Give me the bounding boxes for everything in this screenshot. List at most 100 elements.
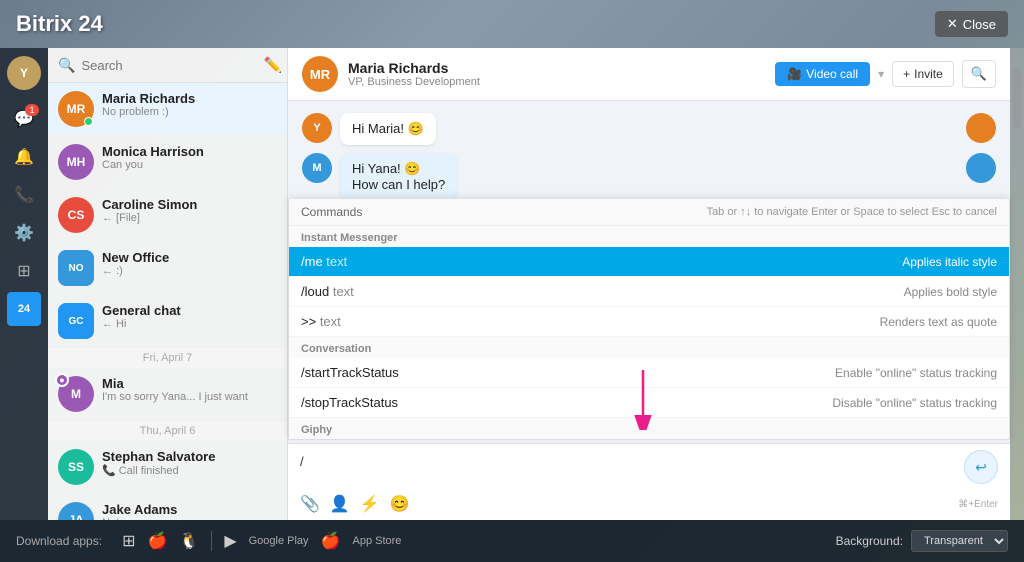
date-separator-thu: Thu, April 6 xyxy=(48,421,287,441)
right-scrollbar xyxy=(1010,48,1024,520)
attach-icon[interactable]: 📎 xyxy=(300,494,320,514)
command-name: /stopTrackStatus xyxy=(301,395,398,410)
chat-item-maria-richards[interactable]: MR Maria Richards No problem :) xyxy=(48,83,287,136)
section-conversation: Conversation xyxy=(289,337,1009,358)
google-play-label: Google Play xyxy=(249,535,309,547)
close-x-icon: ✕ xyxy=(947,16,958,32)
close-button[interactable]: ✕ Close xyxy=(935,11,1008,37)
msg-right-avatar xyxy=(966,113,996,143)
msg-line1: Hi Yana! 😊 xyxy=(352,161,445,177)
command-name: /startTrackStatus xyxy=(301,365,399,380)
chat-preview: Can you xyxy=(102,159,277,171)
commands-hint: Tab or ↑↓ to navigate Enter or Space to … xyxy=(707,206,997,218)
video-call-button[interactable]: 🎥 Video call xyxy=(775,62,870,86)
chat-name: New Office xyxy=(102,250,277,265)
app-store-icon[interactable]: 🍎 xyxy=(321,531,341,551)
chat-preview: I'm so sorry Yana... I just want xyxy=(102,391,277,403)
avatar-jake-adams: JA xyxy=(58,502,94,520)
user-avatar[interactable]: Y xyxy=(7,56,41,90)
avatar-mia: M ● xyxy=(58,376,94,412)
apple-icon[interactable]: 🍎 xyxy=(147,531,167,551)
command-row-loud[interactable]: /loud text Applies bold style xyxy=(289,277,1009,307)
mention-icon[interactable]: 👤 xyxy=(330,494,350,514)
bitrix-icon[interactable]: 24 xyxy=(7,292,41,326)
command-row-me[interactable]: /me text Applies italic style xyxy=(289,247,1009,277)
chat-name: Monica Harrison xyxy=(102,144,277,159)
chat-name: Caroline Simon xyxy=(102,197,277,212)
send-icon: ↩ xyxy=(975,459,987,476)
date-separator-fri: Fri, April 7 xyxy=(48,348,287,368)
search-input[interactable] xyxy=(81,58,257,73)
compose-icon[interactable]: ✏️ xyxy=(263,56,282,74)
command-desc: Enable "online" status tracking xyxy=(835,366,997,380)
header-contact-role: VP, Business Development xyxy=(348,76,765,88)
emoji-icon[interactable]: 😊 xyxy=(390,494,410,514)
avatar-new-office: NO xyxy=(58,250,94,286)
commands-icon[interactable]: ⚡ xyxy=(360,494,380,514)
chat-preview: ← :) xyxy=(102,265,277,277)
plus-icon: + xyxy=(903,67,910,81)
header-avatar: MR xyxy=(302,56,338,92)
avatar-monica-harrison: MH xyxy=(58,144,94,180)
chat-item-caroline-simon[interactable]: CS Caroline Simon ← [File] xyxy=(48,189,287,242)
windows-icon[interactable]: ⊞ xyxy=(122,531,135,551)
sidebar-icon-settings[interactable]: ⚙️ xyxy=(7,216,41,250)
bell-icon: 🔔 xyxy=(14,147,34,167)
chat-preview: No problem :) xyxy=(102,106,277,118)
message-bubble-highlight: Hi Yana! 😊 How can I help? xyxy=(340,153,457,200)
sidebar-icon-chat[interactable]: 💬 1 xyxy=(7,102,41,136)
message-input[interactable]: / xyxy=(300,450,964,473)
input-area: / ↩ 📎 👤 ⚡ 😊 ⌘+Enter xyxy=(288,443,1010,520)
arrow-pointer xyxy=(623,370,663,435)
msg-right-avatar xyxy=(966,153,996,183)
chat-name: Stephan Salvatore xyxy=(102,449,277,464)
icon-sidebar: Y 💬 1 🔔 📞 ⚙️ ⊞ 24 xyxy=(0,48,48,520)
video-dropdown-arrow[interactable]: ▾ xyxy=(878,67,884,81)
command-name: /loud text xyxy=(301,284,354,299)
chat-item-mia[interactable]: M ● Mia I'm so sorry Yana... I just want xyxy=(48,368,287,421)
chat-list-panel: 🔍 ✏️ MR Maria Richards No problem :) MH … xyxy=(48,48,288,520)
command-name: /me text xyxy=(301,254,347,269)
google-play-icon[interactable]: ▶ xyxy=(224,531,236,551)
video-icon: 🎥 xyxy=(787,67,802,81)
close-label: Close xyxy=(963,17,996,32)
chat-item-monica-harrison[interactable]: MH Monica Harrison Can you xyxy=(48,136,287,189)
chat-item-general-chat[interactable]: GC General chat ← Hi xyxy=(48,295,287,348)
send-shortcut: ⌘+Enter xyxy=(958,499,998,510)
command-desc: Applies italic style xyxy=(902,255,997,269)
linux-icon[interactable]: 🐧 xyxy=(179,531,199,551)
sidebar-icon-phone[interactable]: 📞 xyxy=(7,178,41,212)
sidebar-icon-grid[interactable]: ⊞ xyxy=(7,254,41,288)
download-label: Download apps: xyxy=(16,534,102,548)
scroll-thumb[interactable] xyxy=(1013,68,1021,128)
search-icon: 🔍 xyxy=(971,66,987,81)
invite-button[interactable]: + Invite xyxy=(892,61,954,87)
command-name: >> text xyxy=(301,314,341,329)
chat-item-new-office[interactable]: NO New Office ← :) xyxy=(48,242,287,295)
msg-avatar: Y xyxy=(302,113,332,143)
chat-name: Jake Adams xyxy=(102,502,277,517)
chat-preview: 📞 Call finished xyxy=(102,464,277,477)
search-icon: 🔍 xyxy=(58,57,75,74)
chat-preview: ← [File] xyxy=(102,212,277,224)
invite-label: Invite xyxy=(914,67,943,81)
chat-badge: 1 xyxy=(25,104,39,116)
online-indicator xyxy=(84,117,93,126)
background-dropdown[interactable]: Transparent xyxy=(911,530,1008,552)
avatar-caroline-simon: CS xyxy=(58,197,94,233)
command-row-quote[interactable]: >> text Renders text as quote xyxy=(289,307,1009,337)
app-title: Bitrix 24 xyxy=(16,11,103,37)
app-store-label: App Store xyxy=(352,535,401,547)
commands-title: Commands xyxy=(301,205,362,219)
send-button[interactable]: ↩ xyxy=(964,450,998,484)
avatar-stephan-salvatore: SS xyxy=(58,449,94,485)
chat-search-button[interactable]: 🔍 xyxy=(962,60,996,88)
chat-area: MR Maria Richards VP, Business Developme… xyxy=(288,48,1010,520)
sidebar-icon-bell[interactable]: 🔔 xyxy=(7,140,41,174)
background-label: Background: xyxy=(836,534,903,548)
chat-item-stephan-salvatore[interactable]: SS Stephan Salvatore 📞 Call finished xyxy=(48,441,287,494)
bottom-bar: Download apps: ⊞ 🍎 🐧 ▶ Google Play 🍎 App… xyxy=(0,520,1024,562)
chat-item-jake-adams[interactable]: JA Jake Adams Not now xyxy=(48,494,287,520)
command-desc: Renders text as quote xyxy=(880,315,997,329)
video-label: Video call xyxy=(806,67,858,81)
